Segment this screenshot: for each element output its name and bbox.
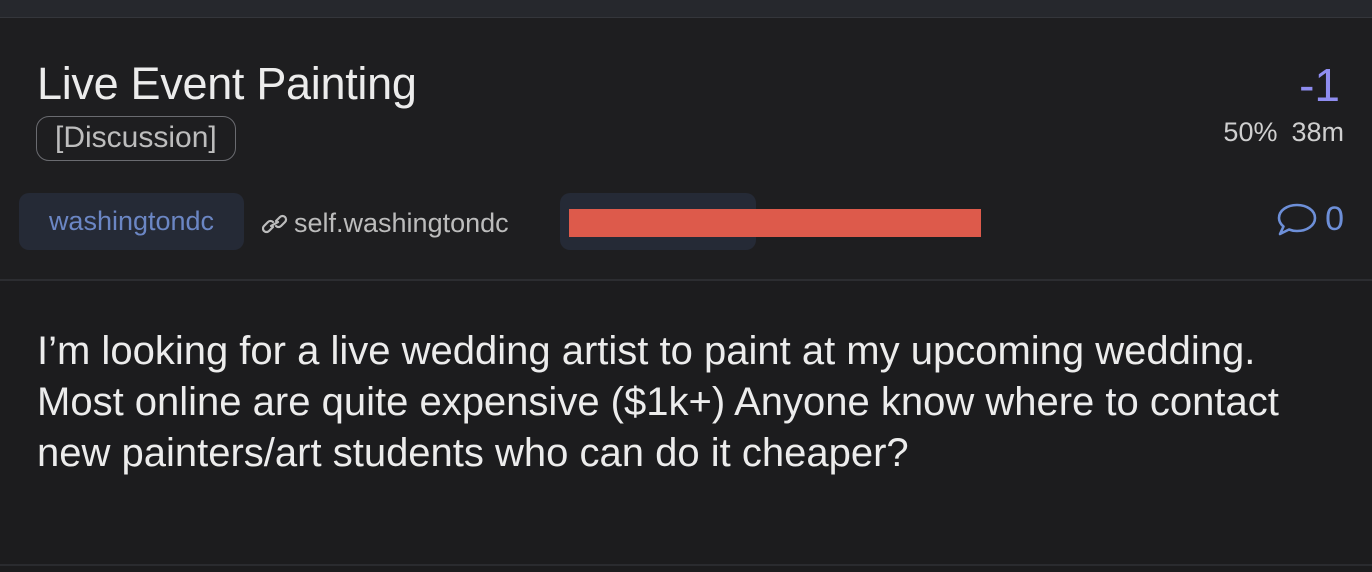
post-title[interactable]: Live Event Painting (37, 58, 417, 110)
comment-bubble-icon (1277, 203, 1317, 235)
upvote-ratio: 50% (1223, 117, 1278, 147)
post-body: I’m looking for a live wedding artist to… (0, 281, 1372, 566)
comments-button[interactable]: 0 (1275, 200, 1344, 239)
link-icon (262, 214, 288, 233)
redaction-bar (569, 209, 981, 237)
post-body-text: I’m looking for a live wedding artist to… (37, 329, 1279, 475)
post-meta: 50% 38m (1223, 117, 1344, 148)
community-link[interactable]: washingtondc (19, 193, 244, 250)
post-flair[interactable]: [Discussion] (36, 116, 236, 161)
post-domain-label: self.washingtondc (294, 208, 509, 238)
post-age: 38m (1291, 117, 1344, 147)
post-domain[interactable]: self.washingtondc (262, 208, 509, 239)
comment-count: 0 (1325, 200, 1344, 238)
post-header: Live Event Painting [Discussion] -1 50% 3… (0, 18, 1372, 281)
top-bar (0, 0, 1372, 18)
post-score: -1 (1299, 59, 1340, 111)
